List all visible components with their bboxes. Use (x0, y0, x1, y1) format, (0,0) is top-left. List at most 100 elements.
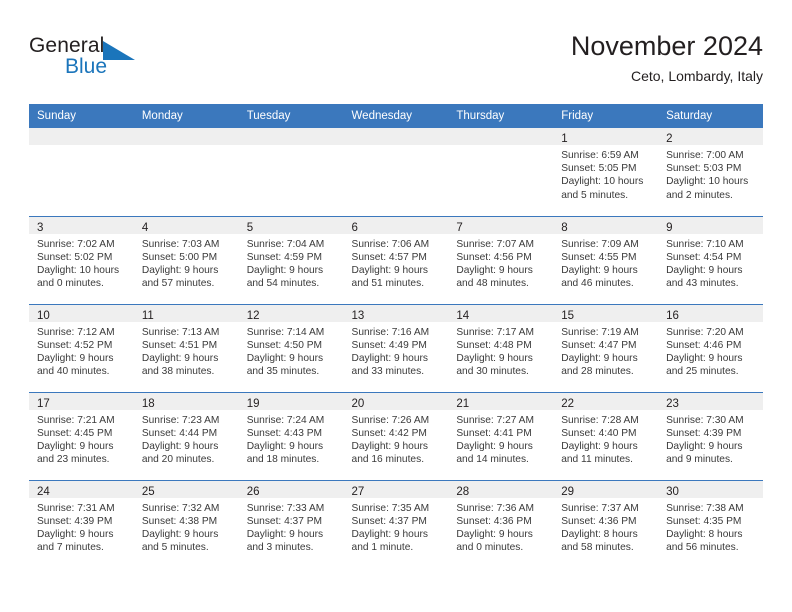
daylight-text-line2: and 58 minutes. (561, 542, 634, 554)
calendar-day-cell[interactable]: 11 Sunrise: 7:13 AM Sunset: 4:51 PM Dayligh… (133, 303, 239, 392)
daylight-text-line1: Daylight: 9 hours (351, 264, 428, 276)
daylight-text-line2: and 11 minutes. (561, 454, 633, 466)
day-details: Sunrise: 7:16 AM Sunset: 4:49 PM Daylight:… (344, 322, 449, 379)
calendar-day-cell[interactable]: 25 Sunrise: 7:32 AM Sunset: 4:38 PM Dayligh… (133, 479, 239, 568)
calendar-day-cell[interactable]: 13 Sunrise: 7:16 AM Sunset: 4:49 PM Dayligh… (343, 303, 449, 392)
calendar-day-cell[interactable]: 29 Sunrise: 7:37 AM Sunset: 4:36 PM Dayligh… (553, 479, 659, 568)
day-details: Sunrise: 7:32 AM Sunset: 4:38 PM Daylight:… (134, 498, 239, 555)
day-number: 15 (561, 309, 575, 322)
sunset-text: Sunset: 4:39 PM (666, 427, 742, 439)
calendar-day-cell[interactable]: 3 Sunrise: 7:02 AM Sunset: 5:02 PM Daylight… (29, 215, 134, 304)
day-number-band: 6 (343, 216, 449, 234)
day-number-band: 7 (448, 216, 554, 234)
daylight-text-line2: and 46 minutes. (561, 278, 634, 290)
sunset-text: Sunset: 4:54 PM (666, 251, 742, 263)
weekday-header-row: Sunday Monday Tuesday Wednesday Thursday… (29, 104, 763, 128)
day-number-band: 4 (133, 216, 239, 234)
calendar-day-cell[interactable]: 12 Sunrise: 7:14 AM Sunset: 4:50 PM Dayligh… (238, 303, 344, 392)
calendar-day-cell[interactable]: 22 Sunrise: 7:28 AM Sunset: 4:40 PM Dayligh… (553, 391, 659, 480)
page-title: November 2024 (570, 31, 763, 61)
sunset-text: Sunset: 4:36 PM (561, 515, 637, 527)
calendar-day-cell[interactable]: 24 Sunrise: 7:31 AM Sunset: 4:39 PM Dayligh… (29, 479, 134, 568)
daylight-text-line1: Daylight: 9 hours (456, 264, 533, 276)
daylight-text-line1: Daylight: 9 hours (246, 264, 324, 276)
daylight-text-line2: and 23 minutes. (37, 454, 110, 466)
day-number: 21 (456, 397, 470, 410)
sunrise-text: Sunrise: 7:27 AM (456, 414, 534, 426)
day-details: Sunrise: 7:13 AM Sunset: 4:51 PM Daylight:… (134, 322, 239, 379)
calendar-cell-empty (133, 128, 239, 216)
day-number-band: 20 (343, 392, 449, 410)
day-details: Sunrise: 7:27 AM Sunset: 4:41 PM Daylight:… (448, 410, 553, 467)
calendar-day-cell[interactable]: 4 Sunrise: 7:03 AM Sunset: 5:00 PM Daylight… (133, 215, 239, 304)
brand-name-blue: Blue (65, 55, 108, 78)
calendar-day-cell[interactable]: 23 Sunrise: 7:30 AM Sunset: 4:39 PM Dayligh… (658, 391, 763, 480)
calendar-day-cell[interactable]: 15 Sunrise: 7:19 AM Sunset: 4:47 PM Dayligh… (553, 303, 659, 392)
sunset-text: Sunset: 4:48 PM (456, 339, 532, 351)
day-number-band: 17 (29, 392, 134, 410)
sunrise-text: Sunrise: 7:23 AM (141, 414, 220, 426)
calendar-day-cell[interactable]: 18 Sunrise: 7:23 AM Sunset: 4:44 PM Dayligh… (133, 391, 239, 480)
daylight-text-line1: Daylight: 10 hours (561, 176, 644, 188)
calendar-day-cell[interactable]: 28 Sunrise: 7:36 AM Sunset: 4:36 PM Dayligh… (448, 479, 554, 568)
sunrise-text: Sunrise: 7:37 AM (561, 502, 639, 514)
day-number: 8 (561, 221, 568, 234)
calendar-day-cell[interactable]: 27 Sunrise: 7:35 AM Sunset: 4:37 PM Dayligh… (343, 479, 449, 568)
daylight-text-line1: Daylight: 9 hours (37, 440, 114, 452)
calendar-day-cell[interactable]: 19 Sunrise: 7:24 AM Sunset: 4:43 PM Dayligh… (238, 391, 344, 480)
daylight-text-line2: and 1 minute. (351, 542, 414, 554)
day-details: Sunrise: 7:14 AM Sunset: 4:50 PM Daylight:… (239, 322, 344, 379)
sunset-text: Sunset: 4:49 PM (351, 339, 427, 351)
day-number-band (343, 128, 449, 145)
day-number-band (29, 128, 134, 145)
daylight-text-line1: Daylight: 8 hours (561, 528, 638, 540)
calendar-day-cell[interactable]: 17 Sunrise: 7:21 AM Sunset: 4:45 PM Dayligh… (29, 391, 134, 480)
sunrise-text: Sunrise: 7:10 AM (666, 238, 744, 250)
calendar-day-cell[interactable]: 5 Sunrise: 7:04 AM Sunset: 4:59 PM Daylight… (238, 215, 344, 304)
calendar-day-cell[interactable]: 6 Sunrise: 7:06 AM Sunset: 4:57 PM Daylight… (343, 215, 449, 304)
day-number-band: 10 (29, 304, 134, 322)
day-details: Sunrise: 7:07 AM Sunset: 4:56 PM Daylight:… (448, 234, 553, 291)
calendar-day-cell[interactable]: 10 Sunrise: 7:12 AM Sunset: 4:52 PM Dayligh… (29, 303, 134, 392)
daylight-text-line1: Daylight: 9 hours (246, 352, 324, 364)
day-details: Sunrise: 7:23 AM Sunset: 4:44 PM Daylight:… (134, 410, 239, 467)
day-number: 28 (456, 485, 470, 498)
sunset-text: Sunset: 5:03 PM (666, 163, 742, 175)
calendar-day-cell[interactable]: 21 Sunrise: 7:27 AM Sunset: 4:41 PM Dayligh… (448, 391, 554, 480)
daylight-text-line1: Daylight: 9 hours (246, 440, 324, 452)
brand-logo[interactable]: General Blue (29, 34, 159, 88)
day-number: 25 (141, 485, 155, 498)
calendar-day-cell[interactable]: 9 Sunrise: 7:10 AM Sunset: 4:54 PM Daylight… (658, 215, 763, 304)
calendar-day-cell[interactable]: 1 Sunrise: 6:59 AM Sunset: 5:05 PM Daylight… (553, 128, 659, 216)
calendar-day-cell[interactable]: 2 Sunrise: 7:00 AM Sunset: 5:03 PM Daylight… (658, 128, 763, 216)
calendar-day-cell[interactable]: 20 Sunrise: 7:26 AM Sunset: 4:42 PM Dayligh… (343, 391, 449, 480)
calendar-day-cell[interactable]: 14 Sunrise: 7:17 AM Sunset: 4:48 PM Dayligh… (448, 303, 554, 392)
calendar-cell-empty (238, 128, 344, 216)
calendar-head: Sunday Monday Tuesday Wednesday Thursday… (29, 104, 763, 128)
daylight-text-line1: Daylight: 9 hours (246, 528, 324, 540)
sunrise-text: Sunrise: 7:00 AM (666, 150, 744, 161)
daylight-text-line1: Daylight: 9 hours (141, 352, 219, 364)
calendar-day-cell[interactable]: 26 Sunrise: 7:33 AM Sunset: 4:37 PM Dayligh… (238, 479, 344, 568)
sunset-text: Sunset: 4:38 PM (141, 515, 218, 527)
day-number-band: 26 (238, 480, 344, 498)
sunrise-text: Sunrise: 7:21 AM (37, 414, 115, 426)
daylight-text-line1: Daylight: 9 hours (351, 440, 428, 452)
calendar-day-cell[interactable]: 30 Sunrise: 7:38 AM Sunset: 4:35 PM Dayligh… (658, 479, 763, 568)
calendar-week-row: 1 Sunrise: 6:59 AM Sunset: 5:05 PM Daylight… (29, 128, 763, 216)
day-details: Sunrise: 7:03 AM Sunset: 5:00 PM Daylight:… (134, 234, 239, 291)
day-details: Sunrise: 7:31 AM Sunset: 4:39 PM Daylight:… (29, 498, 134, 555)
calendar-day-cell[interactable]: 8 Sunrise: 7:09 AM Sunset: 4:55 PM Daylight… (553, 215, 659, 304)
day-number-band (448, 128, 554, 145)
day-number-band (133, 128, 239, 145)
daylight-text-line1: Daylight: 9 hours (456, 528, 533, 540)
calendar-week-row: 17 Sunrise: 7:21 AM Sunset: 4:45 PM Dayligh… (29, 391, 763, 480)
calendar-day-cell[interactable]: 16 Sunrise: 7:20 AM Sunset: 4:46 PM Dayligh… (658, 303, 763, 392)
calendar-day-cell[interactable]: 7 Sunrise: 7:07 AM Sunset: 4:56 PM Daylight… (448, 215, 554, 304)
sunrise-text: Sunrise: 7:16 AM (351, 326, 430, 338)
sunset-text: Sunset: 4:40 PM (561, 427, 637, 439)
sunrise-text: Sunrise: 7:24 AM (246, 414, 325, 426)
daylight-text-line2: and 33 minutes. (351, 366, 425, 378)
day-number: 18 (141, 397, 155, 410)
calendar-week-row: 24 Sunrise: 7:31 AM Sunset: 4:39 PM Dayligh… (29, 479, 763, 568)
